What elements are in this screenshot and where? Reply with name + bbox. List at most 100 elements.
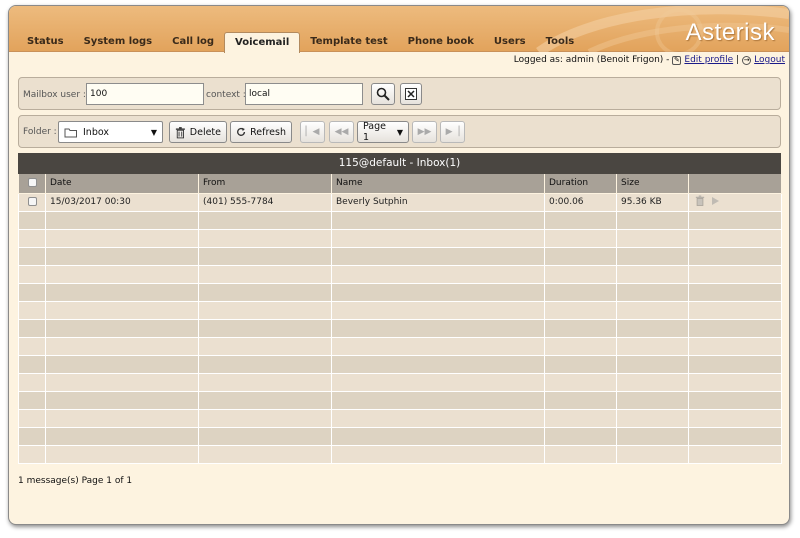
tab-users[interactable]: Users bbox=[484, 32, 536, 52]
column-header-date[interactable]: Date bbox=[45, 174, 199, 194]
empty-table-row bbox=[18, 336, 782, 356]
tab-call-log[interactable]: Call log bbox=[162, 32, 224, 52]
trash-icon[interactable] bbox=[695, 195, 705, 206]
previous-page-icon: ◀◀ bbox=[334, 127, 349, 137]
empty-cell bbox=[45, 282, 199, 302]
empty-cell bbox=[18, 426, 46, 446]
empty-cell bbox=[544, 318, 617, 338]
empty-cell bbox=[18, 444, 46, 464]
edit-profile-link[interactable]: Edit profile bbox=[684, 55, 733, 65]
refresh-label: Refresh bbox=[250, 126, 286, 138]
context-input[interactable]: local bbox=[245, 83, 363, 105]
message-from: (401) 555-7784 bbox=[198, 192, 332, 212]
first-page-button[interactable]: ▏◀ bbox=[300, 121, 325, 143]
tab-voicemail[interactable]: Voicemail bbox=[224, 32, 301, 53]
empty-cell bbox=[331, 372, 545, 392]
empty-cell bbox=[688, 336, 782, 356]
column-header-actions bbox=[688, 174, 782, 194]
empty-cell bbox=[45, 264, 199, 284]
tab-system-logs[interactable]: System logs bbox=[74, 32, 163, 52]
empty-cell bbox=[198, 264, 332, 284]
empty-cell bbox=[45, 246, 199, 266]
empty-cell bbox=[616, 372, 689, 392]
message-table: Date From Name Duration Size 15/03/2017 … bbox=[18, 174, 782, 464]
empty-cell bbox=[688, 390, 782, 410]
tab-template-test[interactable]: Template test bbox=[300, 32, 397, 52]
refresh-icon bbox=[237, 127, 246, 136]
chevron-down-icon: ▼ bbox=[396, 127, 403, 137]
folder-select[interactable]: Inbox ▼ bbox=[58, 121, 163, 143]
column-header-duration[interactable]: Duration bbox=[544, 174, 617, 194]
folder-icon bbox=[64, 128, 77, 137]
empty-cell bbox=[331, 408, 545, 428]
last-page-icon: ▶▕ bbox=[445, 127, 460, 137]
mailbox-user-input[interactable]: 100 bbox=[86, 83, 204, 105]
message-name: Beverly Sutphin bbox=[331, 192, 545, 212]
empty-cell bbox=[18, 300, 46, 320]
empty-cell bbox=[544, 228, 617, 248]
chevron-down-icon: ▼ bbox=[150, 127, 157, 137]
first-page-icon: ▏◀ bbox=[305, 127, 320, 137]
empty-cell bbox=[616, 246, 689, 266]
empty-cell bbox=[18, 246, 46, 266]
empty-table-row bbox=[18, 372, 782, 392]
empty-cell bbox=[331, 390, 545, 410]
brand-logo: Asterisk bbox=[685, 19, 775, 46]
logout-icon: → bbox=[742, 55, 752, 65]
select-all-checkbox[interactable] bbox=[27, 178, 37, 188]
empty-cell bbox=[18, 228, 46, 248]
column-header-from[interactable]: From bbox=[198, 174, 332, 194]
trash-icon bbox=[175, 126, 185, 138]
empty-cell bbox=[616, 228, 689, 248]
empty-cell bbox=[616, 426, 689, 446]
mailbox-search-panel: Mailbox user : 100 context : local bbox=[18, 77, 781, 110]
empty-cell bbox=[198, 390, 332, 410]
row-checkbox[interactable] bbox=[27, 197, 37, 206]
clear-button[interactable] bbox=[400, 83, 422, 105]
logout-link[interactable]: Logout bbox=[754, 55, 785, 65]
empty-cell bbox=[45, 354, 199, 374]
userbar-separator: | bbox=[736, 55, 740, 65]
empty-cell bbox=[18, 408, 46, 428]
table-row[interactable]: 15/03/2017 00:30 (401) 555-7784 Beverly … bbox=[18, 192, 782, 212]
empty-cell bbox=[331, 210, 545, 230]
delete-button[interactable]: Delete bbox=[169, 121, 227, 143]
tab-phone-book[interactable]: Phone book bbox=[398, 32, 484, 52]
main-tabs: Status System logs Call log Voicemail Te… bbox=[17, 32, 584, 53]
empty-cell bbox=[198, 318, 332, 338]
empty-cell bbox=[688, 372, 782, 392]
tab-status[interactable]: Status bbox=[17, 32, 74, 52]
last-page-button[interactable]: ▶▕ bbox=[440, 121, 465, 143]
play-icon[interactable] bbox=[711, 196, 720, 206]
empty-cell bbox=[198, 300, 332, 320]
app-window: Asterisk Status System logs Call log Voi… bbox=[8, 5, 790, 525]
tab-tools[interactable]: Tools bbox=[536, 32, 585, 52]
message-size: 95.36 KB bbox=[616, 192, 689, 212]
empty-cell bbox=[331, 336, 545, 356]
empty-cell bbox=[544, 408, 617, 428]
search-button[interactable] bbox=[371, 83, 395, 105]
status-text: 1 message(s) Page 1 of 1 bbox=[18, 476, 133, 486]
empty-cell bbox=[544, 444, 617, 464]
empty-table-row bbox=[18, 282, 782, 302]
header: Asterisk Status System logs Call log Voi… bbox=[9, 6, 789, 53]
next-page-icon: ▶▶ bbox=[417, 127, 432, 137]
page-select[interactable]: Page 1 ▼ bbox=[357, 121, 409, 143]
empty-cell bbox=[18, 210, 46, 230]
next-page-button[interactable]: ▶▶ bbox=[412, 121, 437, 143]
previous-page-button[interactable]: ◀◀ bbox=[329, 121, 354, 143]
column-header-size[interactable]: Size bbox=[616, 174, 689, 194]
select-all-cell bbox=[18, 174, 46, 194]
message-date: 15/03/2017 00:30 bbox=[45, 192, 199, 212]
empty-table-row bbox=[18, 444, 782, 464]
grid-title: 115@default - Inbox(1) bbox=[18, 153, 781, 174]
empty-cell bbox=[544, 390, 617, 410]
empty-cell bbox=[616, 354, 689, 374]
empty-cell bbox=[616, 336, 689, 356]
empty-cell bbox=[331, 354, 545, 374]
edit-profile-icon: ✎ bbox=[672, 55, 682, 65]
empty-cell bbox=[331, 264, 545, 284]
column-header-name[interactable]: Name bbox=[331, 174, 545, 194]
empty-cell bbox=[198, 372, 332, 392]
refresh-button[interactable]: Refresh bbox=[230, 121, 292, 143]
